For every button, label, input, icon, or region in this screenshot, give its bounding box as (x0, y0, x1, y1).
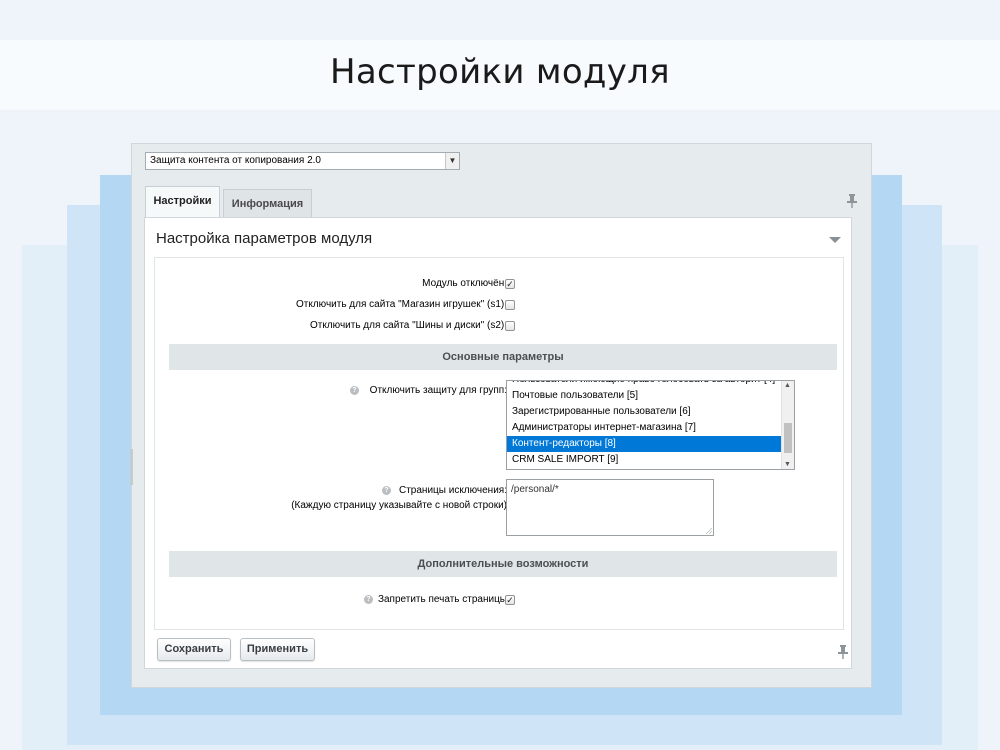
module-disabled-label: Модуль отключён: (422, 278, 507, 289)
chevron-down-icon[interactable]: ▼ (784, 461, 791, 468)
help-icon[interactable]: ? (350, 386, 359, 395)
list-item[interactable]: Почтовые пользователи [5] (507, 388, 783, 404)
disable-s1-label: Отключить для сайта "Магазин игрушек" (s… (295, 299, 507, 310)
exceptions-hint: (Каждую страницу указывайте с новой стро… (291, 500, 507, 511)
disable-s2-checkbox[interactable] (505, 321, 515, 331)
section-title: Настройка параметров модуля (156, 230, 373, 247)
resize-grip-icon[interactable] (706, 528, 712, 534)
list-item[interactable]: Пользователи имеющие право голосовать за… (507, 381, 783, 388)
section-header-main: Основные параметры (169, 344, 837, 370)
settings-panel: Защита контента от копирования 2.0 ▼ Нас… (130, 143, 872, 688)
module-disabled-checkbox[interactable]: ✓ (505, 279, 515, 289)
module-select-value: Защита контента от копирования 2.0 (150, 155, 321, 166)
help-icon[interactable]: ? (382, 486, 391, 495)
scrollbar-thumb[interactable] (784, 423, 792, 453)
chevron-down-icon[interactable]: ▼ (445, 153, 459, 169)
collapse-icon[interactable] (829, 237, 841, 243)
groups-label: Отключить защиту для групп: (369, 385, 507, 396)
chevron-up-icon[interactable]: ▲ (784, 382, 791, 389)
pin-icon[interactable] (846, 194, 858, 208)
tab-info[interactable]: Информация (223, 189, 312, 219)
list-item[interactable]: CRM SALE IMPORT [9] (507, 452, 783, 468)
help-icon[interactable]: ? (364, 595, 373, 604)
settings-form: Модуль отключён: ✓ Отключить для сайта "… (154, 257, 844, 630)
exceptions-textarea[interactable]: /personal/* (506, 479, 714, 536)
disable-s2-label: Отключить для сайта "Шины и диски" (s2): (309, 320, 507, 331)
list-item-selected[interactable]: Контент-редакторы [8] (507, 436, 783, 452)
print-label: Запретить печать страницы (377, 594, 507, 605)
groups-listbox[interactable]: Пользователи имеющие право голосовать за… (506, 380, 795, 470)
disable-s1-checkbox[interactable] (505, 300, 515, 310)
page-title: Настройки модуля (330, 52, 670, 92)
settings-content: Настройка параметров модуля Модуль отклю… (144, 217, 852, 669)
tab-settings[interactable]: Настройки (145, 186, 220, 218)
apply-button[interactable]: Применить (240, 638, 315, 661)
list-item[interactable]: Зарегистрированные пользователи [6] (507, 404, 783, 420)
exceptions-label: Страницы исключения: (399, 485, 507, 496)
print-checkbox[interactable]: ✓ (505, 595, 515, 605)
pin-icon[interactable] (837, 645, 849, 659)
section-header-extra: Дополнительные возможности (169, 551, 837, 577)
module-select[interactable]: Защита контента от копирования 2.0 ▼ (145, 152, 460, 170)
panel-resize-handle[interactable] (130, 449, 133, 485)
exceptions-value: /personal/* (511, 484, 559, 495)
list-item[interactable]: Администраторы интернет-магазина [7] (507, 420, 783, 436)
save-button[interactable]: Сохранить (157, 638, 231, 661)
listbox-scrollbar[interactable]: ▲ ▼ (781, 381, 794, 469)
